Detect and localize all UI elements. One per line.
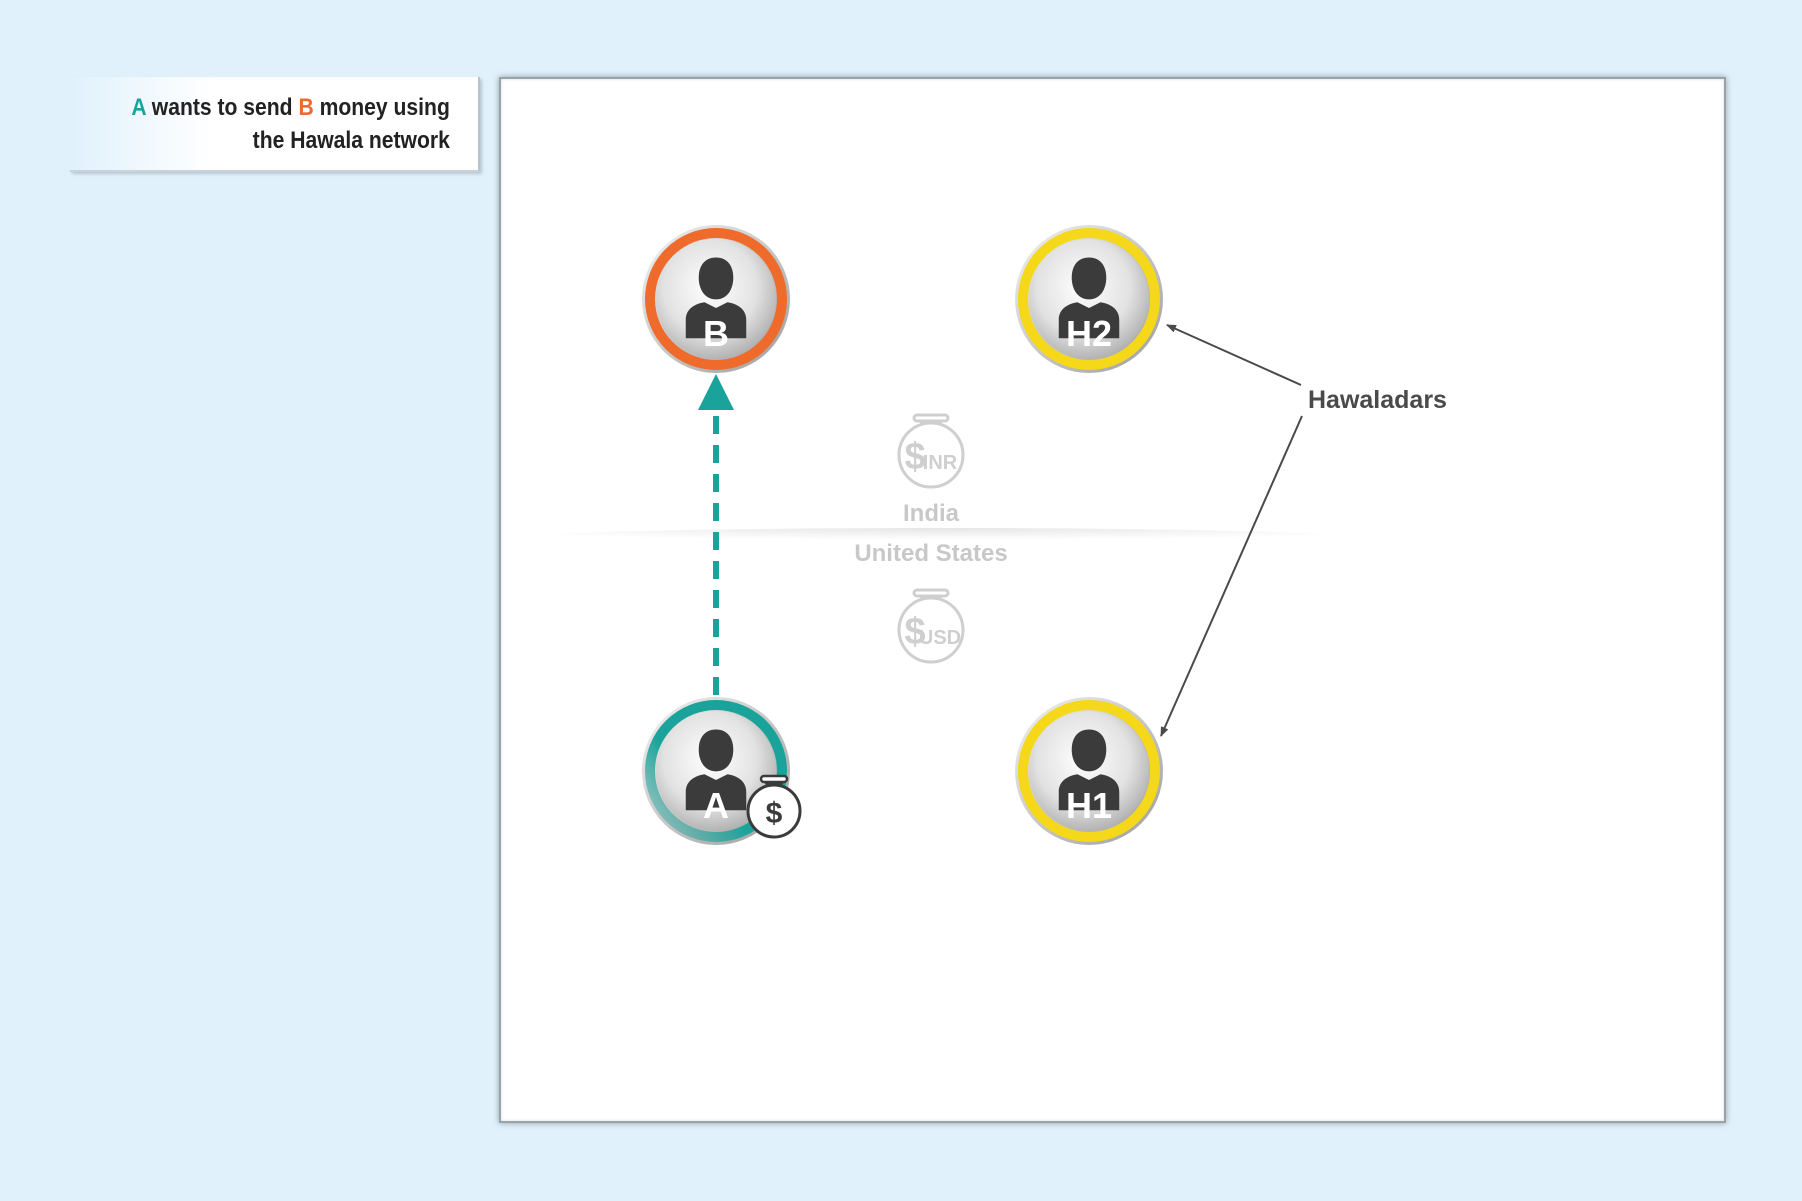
annotation-pointer-h2	[1166, 324, 1302, 386]
node-a-label: A	[703, 785, 729, 826]
border-divider	[520, 528, 1682, 548]
inr-currency: INR	[923, 452, 958, 474]
region-label-united-states: United States	[854, 540, 1007, 567]
node-b: B	[642, 225, 790, 373]
node-h2: H2	[1015, 225, 1163, 373]
hawala-diagram: India United States $ INR $ USD Hawalada…	[520, 225, 1682, 845]
usd-currency: USD	[919, 627, 961, 649]
node-h1: H1	[1015, 697, 1163, 845]
node-a: A $	[642, 697, 802, 845]
node-h2-label: H2	[1066, 313, 1112, 354]
hawaladars-label: Hawaladars	[1308, 386, 1447, 414]
node-h1-label: H1	[1066, 785, 1112, 826]
a-bag-symbol: $	[766, 797, 783, 830]
region-label-india: India	[903, 500, 960, 527]
annotation-pointer-h1	[1160, 415, 1303, 737]
money-bag-usd-icon: $ USD	[897, 588, 965, 664]
money-bag-inr-icon: $ INR	[897, 413, 965, 489]
node-b-label: B	[703, 313, 729, 354]
